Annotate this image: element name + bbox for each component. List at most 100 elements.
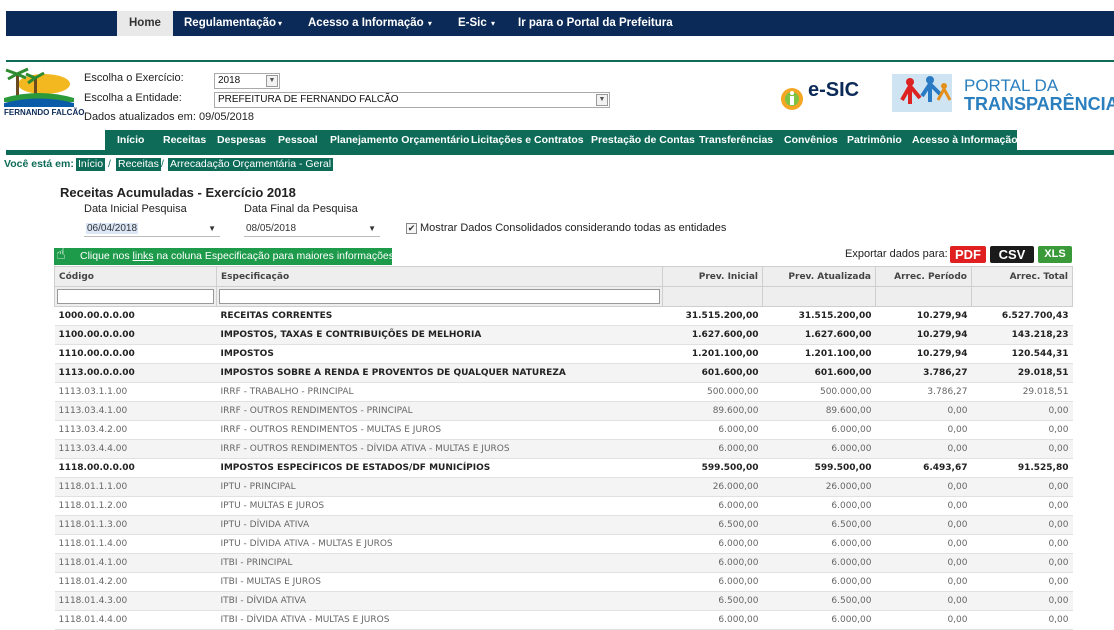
cell-especificacao[interactable]: ITBI - PRINCIPAL [216,553,663,573]
menu-receitas[interactable]: Receitas [163,130,206,150]
filter-cell [216,286,663,307]
main-menu-underline [6,150,1114,155]
nav-regulamentacao-label: Regulamentação [184,17,277,29]
menu-transferencias[interactable]: Transferências [699,130,773,150]
cell-especificacao[interactable]: RECEITAS CORRENTES [216,306,663,326]
table-row[interactable]: 1118.01.1.1.00 IPTU - PRINCIPAL 26.000,00 2… [54,477,1073,497]
table-row[interactable]: 1113.03.4.2.00 IRRF - OUTROS RENDIMENTOS … [54,420,1073,440]
nav-esic-label: E-Sic [458,17,487,29]
entidade-select[interactable]: PREFEITURA DE FERNANDO FALCÃO ▼ [214,92,610,108]
cell-arrec-periodo: 0,00 [875,534,972,554]
cell-codigo: 1118.01.1.2.00 [54,496,217,516]
cell-especificacao[interactable]: IRRF - OUTROS RENDIMENTOS - PRINCIPAL [216,401,663,421]
cell-arrec-periodo: 0,00 [875,401,972,421]
codigo-filter-input[interactable] [57,289,214,304]
portal-transparencia-logo[interactable]: PORTAL DA TRANSPARÊNCIA [890,70,1114,116]
cell-especificacao[interactable]: IPTU - PRINCIPAL [216,477,663,497]
cell-especificacao[interactable]: IPTU - DÍVIDA ATIVA [216,515,663,535]
cell-arrec-periodo: 0,00 [875,420,972,440]
cell-especificacao[interactable]: IPTU - DÍVIDA ATIVA - MULTAS E JUROS [216,534,663,554]
nav-home[interactable]: Home [117,11,173,36]
nav-esic[interactable]: E-Sic ▾ [458,11,495,36]
cell-especificacao[interactable]: IRRF - OUTROS RENDIMENTOS - MULTAS E JUR… [216,420,663,440]
col-prev-atualizada[interactable]: Prev. Atualizada [762,266,876,287]
cell-especificacao[interactable]: IMPOSTOS SOBRE A RENDA E PROVENTOS DE QU… [216,363,663,383]
cell-prev-inicial: 500.000,00 [662,382,763,402]
cell-arrec-periodo: 10.279,94 [875,306,972,326]
export-pdf-button[interactable]: PDF [950,246,986,263]
data-inicial-input[interactable]: 06/04/2018 ▼ [84,222,220,237]
cell-prev-inicial: 601.600,00 [662,363,763,383]
table-row[interactable]: 1000.00.0.0.00 RECEITAS CORRENTES 31.515.2… [54,306,1073,326]
cell-prev-atualizada: 6.000,00 [762,610,876,630]
cell-prev-atualizada: 6.500,00 [762,515,876,535]
col-especificacao[interactable]: Especificação [216,266,663,287]
menu-convenios[interactable]: Convênios [784,130,838,150]
table-row[interactable]: 1113.00.0.0.00 IMPOSTOS SOBRE A RENDA E P… [54,363,1073,383]
table-row[interactable]: 1118.01.4.2.00 ITBI - MULTAS E JUROS 6.000… [54,572,1073,592]
cell-especificacao[interactable]: ITBI - DÍVIDA ATIVA [216,591,663,611]
nav-portal-prefeitura[interactable]: Ir para o Portal da Prefeitura [518,11,673,36]
breadcrumb-arrecadacao[interactable]: Arrecadação Orçamentária - Geral [168,158,334,171]
table-row[interactable]: 1113.03.4.4.00 IRRF - OUTROS RENDIMENTOS … [54,439,1073,459]
menu-licitacoes[interactable]: Licitações e Contratos [471,130,584,150]
menu-prestacao-contas[interactable]: Prestação de Contas [591,130,695,150]
table-row[interactable]: 1118.01.4.3.00 ITBI - DÍVIDA ATIVA 6.500,0… [54,591,1073,611]
cell-especificacao[interactable]: IMPOSTOS ESPECÍFICOS DE ESTADOS/DF MUNIC… [216,458,663,478]
data-inicial-value: 06/04/2018 [86,223,139,234]
menu-planejamento[interactable]: Planejamento Orçamentário [330,130,469,150]
breadcrumb-receitas[interactable]: Receitas [116,158,161,171]
col-codigo[interactable]: Código [54,266,217,287]
cell-prev-inicial: 6.000,00 [662,610,763,630]
menu-acesso-informacao[interactable]: Acesso à Informação [912,130,1018,150]
nav-regulamentacao[interactable]: Regulamentação ▾ [184,11,282,36]
cell-especificacao[interactable]: IMPOSTOS [216,344,663,364]
col-arrec-total[interactable]: Arrec. Total [971,266,1073,287]
table-row[interactable]: 1118.01.1.2.00 IPTU - MULTAS E JUROS 6.000… [54,496,1073,516]
breadcrumb-separator: / [108,158,111,170]
cell-arrec-total: 0,00 [971,496,1073,516]
table-row[interactable]: 1118.01.4.4.00 ITBI - DÍVIDA ATIVA - MULT… [54,610,1073,630]
table-row[interactable]: 1100.00.0.0.00 IMPOSTOS, TAXAS E CONTRIBU… [54,325,1073,345]
info-banner-link[interactable]: links [133,250,154,262]
cell-arrec-total: 91.525,80 [971,458,1073,478]
cell-especificacao[interactable]: ITBI - DÍVIDA ATIVA - MULTAS E JUROS [216,610,663,630]
cell-codigo: 1118.01.1.1.00 [54,477,217,497]
cell-prev-atualizada: 500.000,00 [762,382,876,402]
cell-codigo: 1113.03.1.1.00 [54,382,217,402]
export-xls-button[interactable]: XLS [1038,246,1072,263]
col-prev-inicial[interactable]: Prev. Inicial [662,266,763,287]
cell-arrec-total: 0,00 [971,534,1073,554]
data-final-input[interactable]: 08/05/2018 ▼ [244,222,380,237]
consolidado-checkbox[interactable]: ✔ [406,223,417,234]
cell-especificacao[interactable]: ITBI - MULTAS E JUROS [216,572,663,592]
table-row[interactable]: 1118.01.4.1.00 ITBI - PRINCIPAL 6.000,00 6.… [54,553,1073,573]
cell-arrec-periodo: 0,00 [875,515,972,535]
cell-especificacao[interactable]: IPTU - MULTAS E JUROS [216,496,663,516]
menu-pessoal[interactable]: Pessoal [278,130,318,150]
cell-prev-atualizada: 31.515.200,00 [762,306,876,326]
table-row[interactable]: 1113.03.1.1.00 IRRF - TRABALHO - PRINCIPA… [54,382,1073,402]
table-row[interactable]: 1113.03.4.1.00 IRRF - OUTROS RENDIMENTOS … [54,401,1073,421]
menu-despesas[interactable]: Despesas [217,130,266,150]
especificacao-filter-input[interactable] [219,289,660,304]
cell-especificacao[interactable]: IMPOSTOS, TAXAS E CONTRIBUIÇÕES DE MELHO… [216,325,663,345]
export-csv-button[interactable]: CSV [990,246,1034,263]
exercicio-select[interactable]: 2018 ▼ [214,73,280,89]
menu-patrimonio[interactable]: Patrimônio [847,130,902,150]
table-row[interactable]: 1118.00.0.0.00 IMPOSTOS ESPECÍFICOS DE ES… [54,458,1073,478]
table-row[interactable]: 1110.00.0.0.00 IMPOSTOS 1.201.100,00 1.201.… [54,344,1073,364]
esic-logo-text: e-SIC [808,79,860,101]
nav-acesso-informacao[interactable]: Acesso a Informação ▾ [308,11,432,36]
table-row[interactable]: 1118.01.1.4.00 IPTU - DÍVIDA ATIVA - MULT… [54,534,1073,554]
cell-especificacao[interactable]: IRRF - TRABALHO - PRINCIPAL [216,382,663,402]
menu-inicio[interactable]: Início [117,130,144,150]
cell-arrec-total: 0,00 [971,515,1073,535]
cell-prev-inicial: 6.000,00 [662,572,763,592]
breadcrumb-inicio[interactable]: Início [76,158,106,171]
cell-especificacao[interactable]: IRRF - OUTROS RENDIMENTOS - DÍVIDA ATIVA… [216,439,663,459]
table-row[interactable]: 1118.01.1.3.00 IPTU - DÍVIDA ATIVA 6.500,0… [54,515,1073,535]
col-arrec-periodo[interactable]: Arrec. Período [875,266,972,287]
esic-logo[interactable]: e-SIC [778,77,878,117]
cell-arrec-periodo: 6.493,67 [875,458,972,478]
